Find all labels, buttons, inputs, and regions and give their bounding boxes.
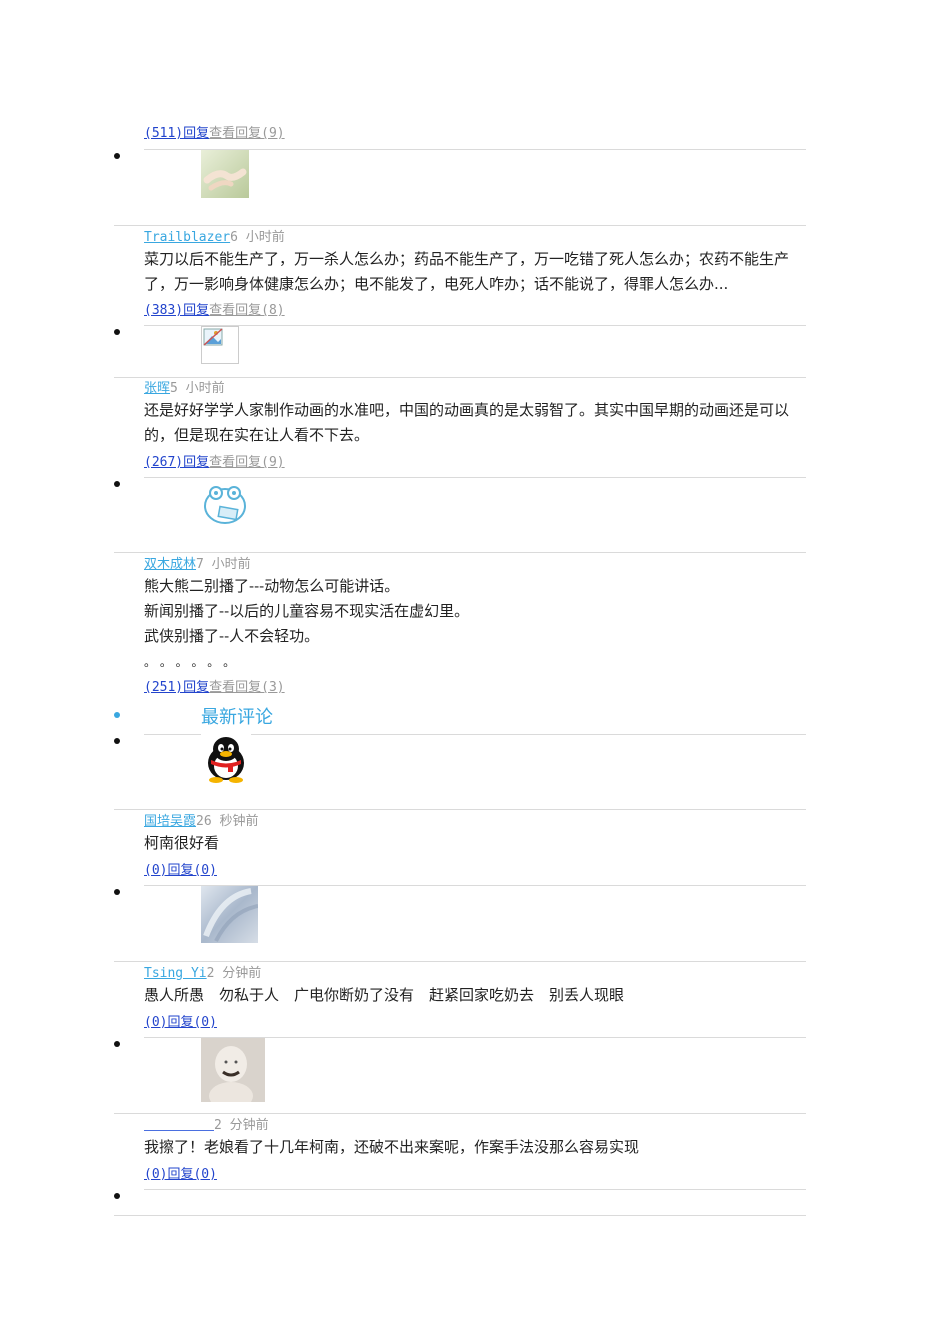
comment-meta: 2 分钟前 [144, 1114, 269, 1133]
comment-text: 我擦了！老娘看了十几年柯南，还破不出来案呢，作案手法没那么容易实现 [144, 1138, 640, 1156]
comment-text: 还是好好学学人家制作动画的水准吧，中国的动画真的是太弱智了。其实中国早期的动画还… [144, 401, 790, 444]
list-bullet [114, 738, 120, 744]
comment-text: 愚人所愚 勿私于人 广电你断奶了没有 赶紧回家吃奶去 别丢人现眼 [144, 986, 625, 1004]
comment-meta: 张晖5 小时前 [144, 377, 225, 396]
hands-photo-avatar[interactable] [201, 150, 249, 198]
list-bullet [114, 329, 120, 335]
comment-actions: (0)回复(0) [144, 1011, 217, 1030]
comment-text-line: 。 。 。 。 。 。 [144, 655, 236, 669]
divider [144, 1189, 806, 1190]
qq-penguin-avatar[interactable] [201, 733, 251, 783]
comment-meta: 双木成林7 小时前 [144, 553, 251, 572]
latest-comments-title[interactable]: 最新评论 [201, 703, 273, 729]
comment-meta: 国培吴霞26 秒钟前 [144, 810, 259, 829]
divider [114, 1215, 806, 1216]
comment-text-line: 熊大熊二别播了---动物怎么可能讲话。 [144, 577, 400, 595]
comment-actions: (511)回复查看回复(9) [144, 122, 285, 141]
comment-meta: Tsing Yi2 分钟前 [144, 962, 261, 981]
list-bullet [114, 712, 120, 718]
view-replies-link[interactable]: 查看回复(3) [209, 680, 284, 695]
comment-text: 菜刀以后不能生产了，万一杀人怎么办；药品不能生产了，万一吃错了死人怎么办；农药不… [144, 250, 790, 293]
author-name[interactable]: Trailblazer [144, 230, 230, 245]
divider [144, 325, 806, 326]
reply-link[interactable]: (251)回复 [144, 680, 209, 695]
comment-time: 7 小时前 [196, 557, 251, 572]
reply-link[interactable]: (0)回复(0) [144, 1167, 217, 1182]
view-replies-link[interactable]: 查看回复(8) [209, 303, 284, 318]
comment-text: 柯南很好看 [144, 834, 220, 852]
author-name[interactable]: Tsing Yi [144, 966, 207, 981]
author-name[interactable] [144, 1118, 214, 1131]
comment-actions: (0)回复(0) [144, 859, 217, 878]
comment-text-line: 新闻别播了--以后的儿童容易不现实活在虚幻里。 [144, 602, 470, 620]
view-replies-link[interactable]: 查看回复(9) [209, 126, 284, 141]
reply-link[interactable]: (0)回复(0) [144, 1015, 217, 1030]
view-replies-link[interactable]: 查看回复(9) [209, 455, 284, 470]
list-bullet [114, 889, 120, 895]
list-bullet [114, 153, 120, 159]
comment-meta: Trailblazer6 小时前 [144, 226, 285, 245]
list-bullet [114, 1041, 120, 1047]
broken-image-icon[interactable] [201, 326, 239, 364]
comment-actions: (267)回复查看回复(9) [144, 451, 285, 470]
comment-time: 5 小时前 [170, 381, 225, 396]
blurry-photo-avatar[interactable] [201, 886, 258, 943]
list-bullet [114, 481, 120, 487]
comment-time: 26 秒钟前 [196, 814, 259, 829]
list-bullet [114, 1193, 120, 1199]
comment-time: 6 小时前 [230, 230, 285, 245]
comment-time: 2 分钟前 [206, 966, 262, 981]
comment-actions: (0)回复(0) [144, 1163, 217, 1182]
author-name[interactable]: 双木成林 [144, 557, 196, 572]
divider [144, 477, 806, 478]
cartoon-frog-avatar[interactable] [201, 480, 249, 528]
author-name[interactable]: 国培吴霞 [144, 814, 196, 829]
author-name[interactable]: 张晖 [144, 381, 170, 396]
reply-link[interactable]: (383)回复 [144, 303, 209, 318]
comment-time: 2 分钟前 [214, 1118, 269, 1133]
person-photo-avatar[interactable] [201, 1038, 265, 1102]
comment-actions: (383)回复查看回复(8) [144, 299, 285, 318]
reply-link[interactable]: (267)回复 [144, 455, 209, 470]
reply-link[interactable]: (511)回复 [144, 126, 209, 141]
comment-actions: (251)回复查看回复(3) [144, 676, 285, 695]
reply-link[interactable]: (0)回复(0) [144, 863, 217, 878]
comment-text-line: 武侠别播了--人不会轻功。 [144, 627, 320, 645]
